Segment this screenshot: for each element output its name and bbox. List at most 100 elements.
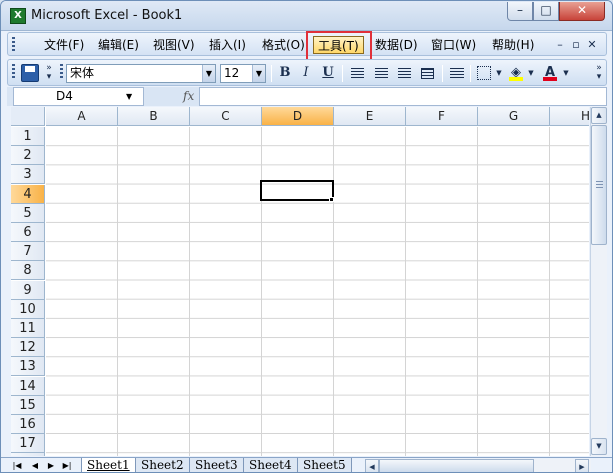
name-box-chevron-down-icon[interactable]: ▼	[126, 92, 132, 101]
toolbar-separator	[271, 65, 272, 82]
toolbar-grip-handle-2[interactable]	[60, 64, 63, 80]
excel-app-icon[interactable]: X	[10, 8, 26, 24]
borders-icon[interactable]	[477, 66, 491, 80]
column-header-d[interactable]: D	[262, 107, 334, 126]
merge-center-icon[interactable]	[421, 68, 434, 79]
row-header-17[interactable]: 17	[11, 434, 45, 454]
row-header-1[interactable]: 1	[11, 127, 45, 146]
scroll-left-icon[interactable]: ◀	[365, 459, 379, 472]
row-header-3[interactable]: 3	[11, 165, 45, 185]
prev-sheet-icon[interactable]: ◀	[29, 459, 41, 472]
menu-format[interactable]: 格式(O)	[258, 36, 309, 54]
select-all-corner[interactable]	[11, 107, 45, 126]
save-icon[interactable]	[21, 64, 39, 82]
row-header-15[interactable]: 15	[11, 395, 45, 415]
workbook-close-button[interactable]: ✕	[585, 36, 599, 54]
grip-icon	[596, 181, 603, 190]
active-cell-d4[interactable]	[260, 180, 334, 201]
fill-color-swatch	[509, 77, 523, 81]
column-header-h[interactable]: H	[550, 107, 589, 126]
row-header-18[interactable]: 18	[11, 453, 45, 456]
column-header-b[interactable]: B	[118, 107, 190, 126]
cell-grid[interactable]	[46, 127, 589, 456]
sheet-tab-1[interactable]: Sheet1	[81, 458, 136, 472]
workbook-minimize-button[interactable]: –	[553, 36, 567, 54]
workbook-restore-button[interactable]: ▫	[569, 36, 583, 54]
menu-window[interactable]: 窗口(W)	[427, 36, 480, 54]
name-box[interactable]: D4	[13, 87, 144, 106]
row-header-8[interactable]: 8	[11, 261, 45, 281]
toolbar-grip-handle[interactable]	[12, 64, 15, 80]
minimize-button[interactable]: –	[507, 2, 533, 21]
formula-input[interactable]	[199, 87, 607, 106]
row-header-13[interactable]: 13	[11, 357, 45, 377]
align-center-icon[interactable]	[375, 68, 388, 79]
sheet-tab-2[interactable]: Sheet2	[135, 458, 190, 472]
row-header-10[interactable]: 10	[11, 299, 45, 319]
formula-bar: D4 ▼ fx	[7, 87, 607, 106]
chevron-down-icon[interactable]: ▼	[252, 65, 265, 82]
sheet-tab-5[interactable]: Sheet5	[297, 458, 352, 472]
borders-dropdown-chevron-icon[interactable]: ▼	[495, 64, 503, 82]
sheet-tab-4[interactable]: Sheet4	[243, 458, 298, 472]
close-button[interactable]: ✕	[559, 2, 605, 21]
menu-edit[interactable]: 编辑(E)	[94, 36, 143, 54]
underline-button[interactable]: U	[320, 64, 336, 82]
column-header-g[interactable]: G	[478, 107, 550, 126]
menu-view[interactable]: 视图(V)	[149, 36, 199, 54]
horizontal-scrollbar[interactable]: ◀ ▶	[365, 459, 591, 472]
column-header-f[interactable]: F	[406, 107, 478, 126]
vertical-scrollbar[interactable]: ▲ ▼	[590, 107, 607, 456]
font-color-dropdown-chevron-icon[interactable]: ▼	[562, 64, 570, 82]
bold-button[interactable]: B	[277, 64, 293, 82]
next-sheet-icon[interactable]: ▶	[45, 459, 57, 472]
align-right-icon[interactable]	[398, 68, 411, 79]
row-header-12[interactable]: 12	[11, 338, 45, 358]
first-sheet-icon[interactable]: |◀	[11, 459, 23, 472]
row-header-9[interactable]: 9	[11, 280, 45, 300]
worksheet-grid-area: ABCDEFGH 123456789101112131415161718	[11, 107, 589, 456]
horizontal-scroll-thumb[interactable]	[379, 459, 534, 472]
row-header-16[interactable]: 16	[11, 415, 45, 434]
chevron-down-icon[interactable]: ▼	[202, 65, 215, 82]
sheet-tab-3[interactable]: Sheet3	[189, 458, 244, 472]
menu-insert[interactable]: 插入(I)	[205, 36, 250, 54]
font-name-select[interactable]: 宋体 ▼	[66, 64, 216, 83]
row-header-4[interactable]: 4	[11, 184, 45, 204]
toolbar-overflow-chevron-icon[interactable]: » ▾	[594, 64, 604, 84]
row-header-14[interactable]: 14	[11, 376, 45, 396]
scroll-right-icon[interactable]: ▶	[575, 459, 589, 472]
row-header-11[interactable]: 11	[11, 319, 45, 338]
insert-function-icon[interactable]: fx	[183, 87, 194, 106]
window-title: Microsoft Excel - Book1	[31, 8, 183, 23]
name-box-value: D4	[56, 89, 73, 103]
scroll-up-icon[interactable]: ▲	[591, 107, 607, 124]
column-header-a[interactable]: A	[46, 107, 118, 126]
toolbar-options-chevron-icon[interactable]: » ▾	[44, 64, 54, 84]
fill-handle[interactable]	[329, 197, 334, 202]
indent-icon[interactable]	[450, 68, 464, 79]
italic-button[interactable]: I	[298, 64, 314, 82]
menu-grip-handle[interactable]	[12, 37, 15, 53]
font-color-swatch	[543, 77, 557, 81]
vertical-scroll-thumb[interactable]	[591, 125, 607, 245]
scroll-down-icon[interactable]: ▼	[591, 438, 607, 455]
title-bar: X Microsoft Excel - Book1 – □ ✕	[1, 1, 612, 31]
fill-color-icon[interactable]: ◈	[507, 64, 525, 82]
menu-data[interactable]: 数据(D)	[371, 36, 422, 54]
column-header-c[interactable]: C	[190, 107, 262, 126]
toolbar-separator	[342, 65, 343, 82]
font-color-icon[interactable]: A	[541, 64, 559, 82]
row-header-7[interactable]: 7	[11, 242, 45, 262]
row-header-5[interactable]: 5	[11, 203, 45, 223]
row-header-2[interactable]: 2	[11, 146, 45, 166]
column-header-e[interactable]: E	[334, 107, 406, 126]
last-sheet-icon[interactable]: ▶|	[61, 459, 73, 472]
maximize-button[interactable]: □	[533, 2, 559, 21]
fill-dropdown-chevron-icon[interactable]: ▼	[527, 64, 535, 82]
font-size-select[interactable]: 12 ▼	[220, 64, 266, 83]
menu-file[interactable]: 文件(F)	[40, 36, 88, 54]
menu-help[interactable]: 帮助(H)	[488, 36, 538, 54]
row-header-6[interactable]: 6	[11, 223, 45, 242]
align-left-icon[interactable]	[351, 68, 364, 79]
